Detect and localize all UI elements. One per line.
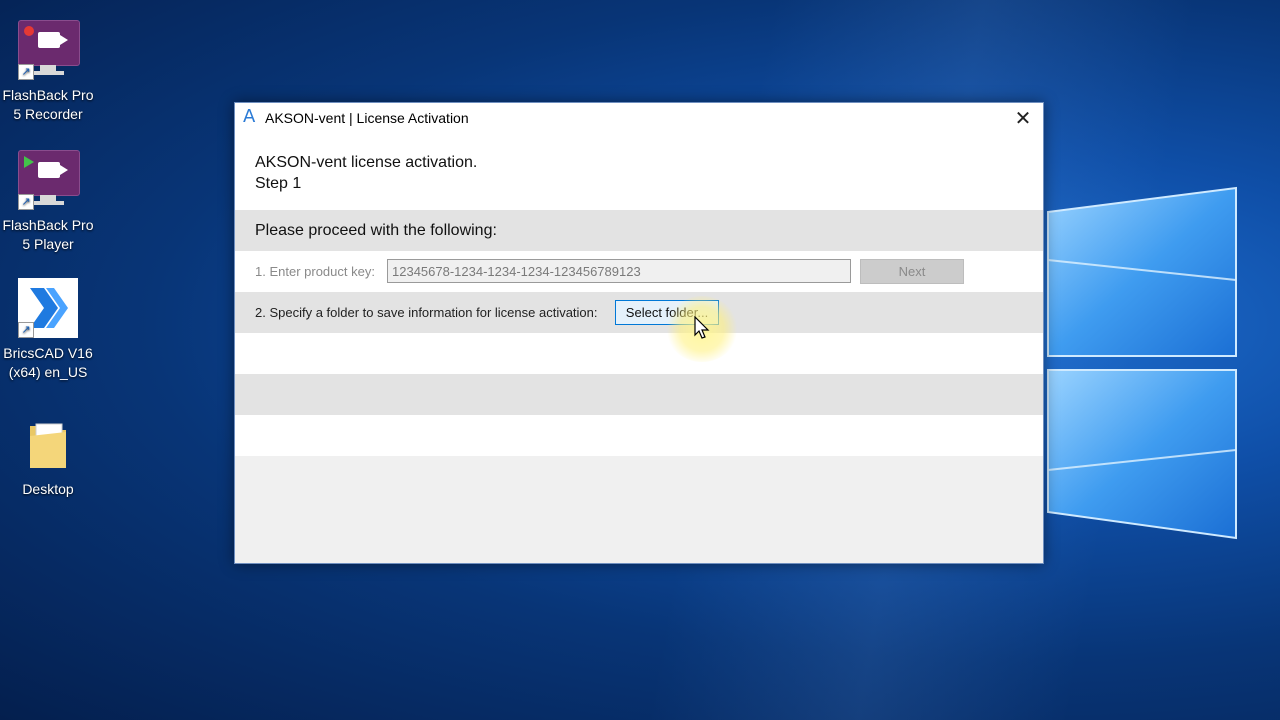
product-key-input[interactable] — [387, 259, 851, 283]
dialog-title: AKSON-vent | License Activation — [265, 110, 469, 126]
header-title: AKSON-vent license activation. — [255, 154, 478, 171]
icon-label-line2: (x64) en_US — [8, 364, 88, 380]
shortcut-arrow-icon: ↗ — [18, 322, 34, 338]
desktop-icon-bricscad[interactable]: ↗ BricsCAD V16 (x64) en_US — [0, 278, 96, 382]
icon-label-line2: 5 Player — [22, 236, 74, 252]
flashback-recorder-icon: ↗ — [18, 20, 80, 80]
empty-row-1 — [235, 333, 1043, 374]
dialog-titlebar[interactable]: A AKSON-vent | License Activation ✕ — [235, 103, 1043, 133]
header-step: Step 1 — [255, 175, 302, 192]
icon-label-line1: FlashBack Pro — [2, 217, 94, 233]
shortcut-arrow-icon: ↗ — [18, 194, 34, 210]
bricscad-icon: ↗ — [18, 278, 78, 338]
empty-row-2 — [235, 374, 1043, 415]
select-folder-button[interactable]: Select folder... — [615, 300, 719, 325]
desktop-icon-desktop-folder[interactable]: Desktop — [0, 414, 96, 499]
icon-label-line2: 5 Recorder — [13, 106, 83, 122]
step2-row: 2. Specify a folder to save information … — [235, 292, 1043, 333]
empty-row-3 — [235, 415, 1043, 456]
folder-label: 2. Specify a folder to save information … — [255, 305, 598, 320]
flashback-player-icon: ↗ — [18, 150, 80, 210]
close-icon: ✕ — [1014, 106, 1032, 130]
desktop-icon-flashback-player[interactable]: ↗ FlashBack Pro 5 Player — [0, 150, 96, 254]
desktop-icon-flashback-recorder[interactable]: ↗ FlashBack Pro 5 Recorder — [0, 20, 96, 124]
icon-label-line1: BricsCAD V16 — [3, 345, 93, 361]
next-button[interactable]: Next — [860, 259, 964, 284]
license-activation-dialog: A AKSON-vent | License Activation ✕ AKSO… — [234, 102, 1044, 564]
proceed-band: Please proceed with the following: — [235, 210, 1043, 251]
windows-logo — [1047, 186, 1237, 540]
shortcut-arrow-icon: ↗ — [18, 64, 34, 80]
product-key-label: 1. Enter product key: — [255, 264, 375, 279]
icon-label-line1: Desktop — [22, 481, 74, 497]
akson-app-icon: A — [243, 106, 256, 127]
close-button[interactable]: ✕ — [1003, 103, 1043, 133]
dialog-header: AKSON-vent license activation. Step 1 — [235, 133, 1043, 210]
step1-row: 1. Enter product key: Next — [235, 251, 1043, 292]
folder-icon — [18, 414, 78, 474]
icon-label-line1: FlashBack Pro — [2, 87, 94, 103]
proceed-heading: Please proceed with the following: — [255, 222, 497, 239]
